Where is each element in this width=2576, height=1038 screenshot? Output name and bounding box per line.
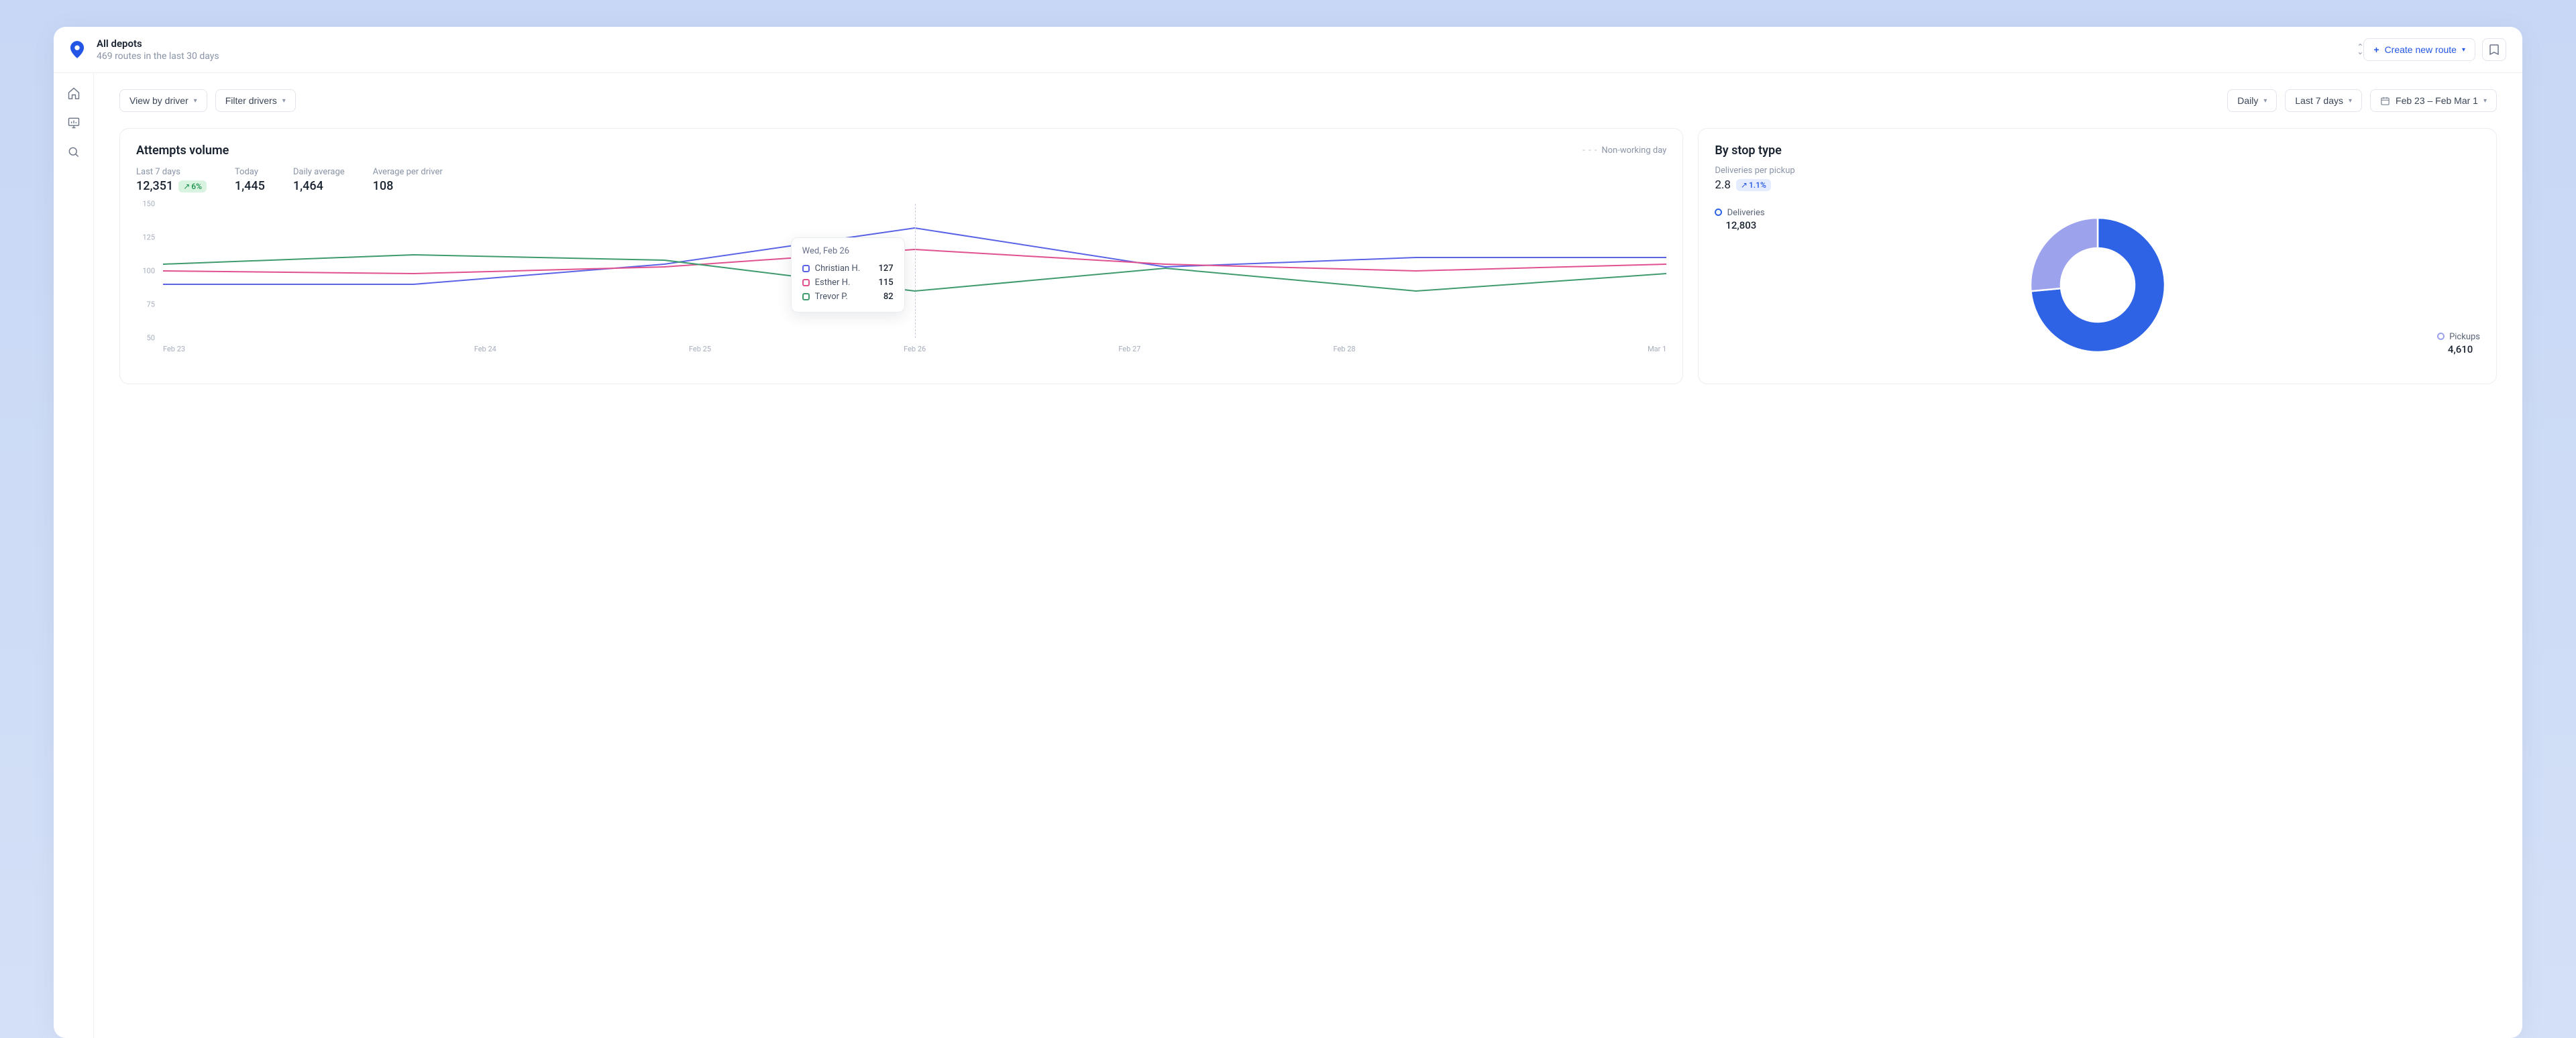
donut-sub-label: Deliveries per pickup — [1715, 166, 2480, 176]
nonworking-label: Non-working day — [1601, 146, 1666, 156]
range-preset-label: Last 7 days — [2295, 95, 2343, 106]
depot-subtitle: 469 routes in the last 30 days — [97, 51, 2350, 62]
legend-label: Pickups — [2449, 332, 2480, 342]
dash-icon: - - - — [1582, 146, 1597, 156]
delta-badge: ↗ 6% — [178, 180, 207, 192]
filter-drivers-dropdown[interactable]: Filter drivers ▾ — [215, 89, 296, 112]
chevron-down-icon: ▾ — [194, 97, 197, 105]
plus-icon: + — [2373, 44, 2379, 55]
tooltip-value: 127 — [878, 264, 893, 274]
donut-chart[interactable] — [2014, 201, 2182, 369]
chevron-down-icon: ▾ — [2263, 97, 2267, 105]
legend-deliveries: Deliveries 12,803 — [1715, 208, 1764, 231]
logo-pin-icon — [70, 41, 85, 58]
chevron-down-icon: ▾ — [2483, 97, 2487, 105]
create-route-button[interactable]: + Create new route ▾ — [2363, 38, 2475, 61]
tooltip-row: Trevor P. 82 — [802, 290, 894, 304]
series-marker-icon — [802, 279, 810, 286]
chevron-down-icon: ▾ — [2462, 46, 2465, 54]
stat-value: 1,445 — [235, 179, 265, 193]
calendar-icon — [2380, 96, 2390, 106]
body: View by driver ▾ Filter drivers ▾ Daily … — [54, 73, 2522, 1038]
legend-value: 12,803 — [1725, 219, 1764, 231]
donut-kpi-value: 2.8 — [1715, 178, 1731, 192]
stat-today: Today 1,445 — [235, 167, 265, 193]
card-title: Attempts volume — [136, 143, 229, 158]
topbar: All depots 469 routes in the last 30 day… — [54, 27, 2522, 73]
tooltip-row: Esther H. 115 — [802, 276, 894, 290]
delta-value: 6% — [191, 182, 202, 191]
granularity-dropdown[interactable]: Daily ▾ — [2227, 89, 2277, 112]
donut-kpi: 2.8 ↗ 1.1% — [1715, 178, 2480, 192]
create-route-label: Create new route — [2385, 44, 2457, 55]
chart-tooltip: Wed, Feb 26 Christian H. 127 Esther H. 115 T… — [791, 237, 905, 312]
tooltip-name: Esther H. — [815, 278, 867, 288]
main-content: View by driver ▾ Filter drivers ▾ Daily … — [94, 73, 2522, 1038]
bookmark-button[interactable] — [2482, 38, 2506, 61]
stat-label: Daily average — [293, 167, 345, 177]
date-range-label: Feb 23 – Feb Mar 1 — [2396, 95, 2478, 106]
tooltip-title: Wed, Feb 26 — [802, 246, 894, 256]
home-icon[interactable] — [67, 86, 80, 100]
depot-selector[interactable]: All depots 469 routes in the last 30 day… — [97, 38, 2350, 62]
range-preset-dropdown[interactable]: Last 7 days ▾ — [2285, 89, 2362, 112]
delta-badge: ↗ 1.1% — [1736, 179, 1771, 191]
card-title: By stop type — [1715, 143, 2480, 158]
nonworking-legend: - - - Non-working day — [1582, 146, 1666, 156]
app-window: All depots 469 routes in the last 30 day… — [54, 27, 2522, 1038]
hover-vline — [915, 204, 916, 338]
tooltip-value: 115 — [878, 278, 893, 288]
stats-row: Last 7 days 12,351 ↗ 6% Today — [136, 167, 1666, 193]
chevron-down-icon: ▾ — [2349, 97, 2352, 105]
chevron-down-icon: ▾ — [282, 97, 286, 105]
tooltip-name: Trevor P. — [815, 292, 871, 302]
tooltip-name: Christian H. — [815, 264, 867, 274]
arrow-up-icon: ↗ — [183, 182, 190, 191]
stat-label: Average per driver — [373, 167, 443, 177]
view-by-dropdown[interactable]: View by driver ▾ — [119, 89, 207, 112]
attempts-volume-card: Attempts volume - - - Non-working day La… — [119, 128, 1683, 384]
filter-label: Filter drivers — [225, 95, 277, 106]
search-icon[interactable] — [67, 146, 80, 159]
stat-value: 108 — [373, 179, 443, 193]
ring-marker-icon — [2437, 333, 2445, 340]
stat-value: 1,464 — [293, 179, 345, 193]
date-range-picker[interactable]: Feb 23 – Feb Mar 1 ▾ — [2370, 89, 2497, 112]
top-actions: + Create new route ▾ — [2363, 38, 2506, 61]
toolbar: View by driver ▾ Filter drivers ▾ Daily … — [119, 89, 2497, 112]
stat-label: Today — [235, 167, 265, 177]
stat-daily-average: Daily average 1,464 — [293, 167, 345, 193]
stat-label: Last 7 days — [136, 167, 207, 177]
series-marker-icon — [802, 265, 810, 272]
bookmark-icon — [2489, 44, 2499, 55]
y-axis: 5075100125150 — [136, 204, 160, 338]
stop-type-card: By stop type Deliveries per pickup 2.8 ↗… — [1698, 128, 2497, 384]
donut-body: Deliveries 12,803 Pickups 4,610 — [1715, 201, 2480, 369]
presentation-chart-icon[interactable] — [67, 116, 80, 129]
series-marker-icon — [802, 293, 810, 300]
view-by-label: View by driver — [129, 95, 189, 106]
arrow-up-icon: ↗ — [1741, 180, 1748, 190]
granularity-label: Daily — [2237, 95, 2258, 106]
legend-label: Deliveries — [1727, 208, 1765, 218]
legend-value: 4,610 — [2448, 343, 2480, 355]
line-chart[interactable]: 5075100125150 Wed, Feb 26 Christian H. 12… — [136, 204, 1666, 358]
tooltip-row: Christian H. 127 — [802, 262, 894, 276]
sidebar — [54, 73, 94, 1038]
delta-value: 1.1% — [1749, 180, 1766, 190]
cards-row: Attempts volume - - - Non-working day La… — [119, 128, 2497, 384]
chevron-updown-icon: ⌃⌄ — [2357, 45, 2363, 54]
stat-value: 12,351 — [136, 179, 173, 193]
stat-period: Last 7 days 12,351 ↗ 6% — [136, 167, 207, 193]
tooltip-value: 82 — [883, 292, 894, 302]
stat-per-driver: Average per driver 108 — [373, 167, 443, 193]
x-axis: Feb 23Feb 24Feb 25Feb 26Feb 27Feb 28Mar … — [163, 345, 1666, 358]
depot-title: All depots — [97, 38, 2350, 50]
ring-marker-icon — [1715, 209, 1722, 216]
legend-pickups: Pickups 4,610 — [2437, 332, 2480, 355]
plot-area: Wed, Feb 26 Christian H. 127 Esther H. 115 T… — [163, 204, 1666, 338]
